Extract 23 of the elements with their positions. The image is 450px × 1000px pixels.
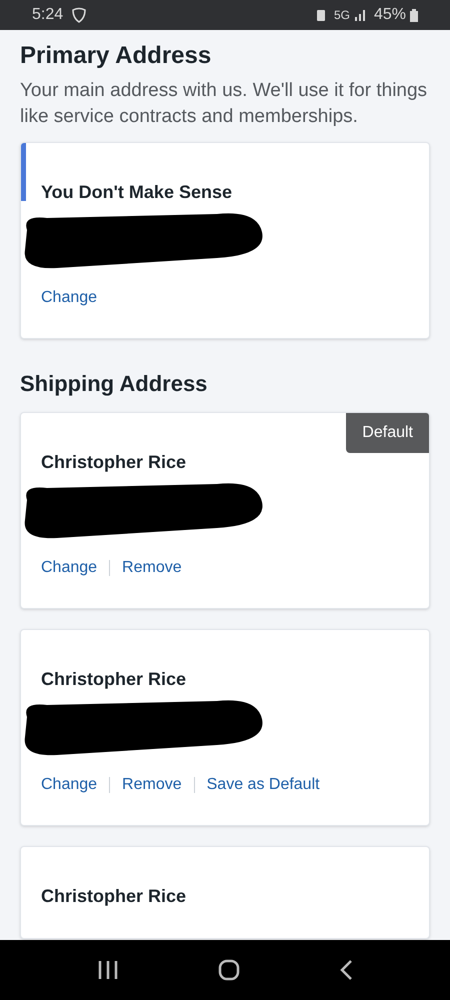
address-link[interactable]: Change [41,286,98,310]
section-title: Shipping Address [20,370,208,398]
signal-icon [354,9,366,21]
address-link[interactable]: Change [41,556,98,580]
address-name: Christopher Rice [41,668,188,691]
address-link[interactable]: Remove [122,773,182,797]
default-badge: Default [346,413,429,453]
section-description: Your main address with us. We'll use it for things like service contracts and memberships. [20,79,428,129]
recent-apps-icon[interactable] [97,960,120,980]
address-name: Christopher Rice [41,451,188,474]
battery-percent: 45% [374,5,406,25]
address-name: Christopher Rice [41,885,188,908]
address-name: You Don't Make Sense [41,181,233,204]
address-link[interactable]: Save as Default [206,773,320,797]
battery-icon [410,8,418,22]
back-icon[interactable] [338,959,353,981]
status-time: 5:24 [32,5,64,25]
section-title: Primary Address [20,41,212,71]
address-link[interactable]: Remove [122,556,182,580]
network-label: 5G [334,7,350,24]
shield-icon [71,7,88,23]
home-icon[interactable] [218,959,240,981]
address-link[interactable]: Change [41,773,98,797]
